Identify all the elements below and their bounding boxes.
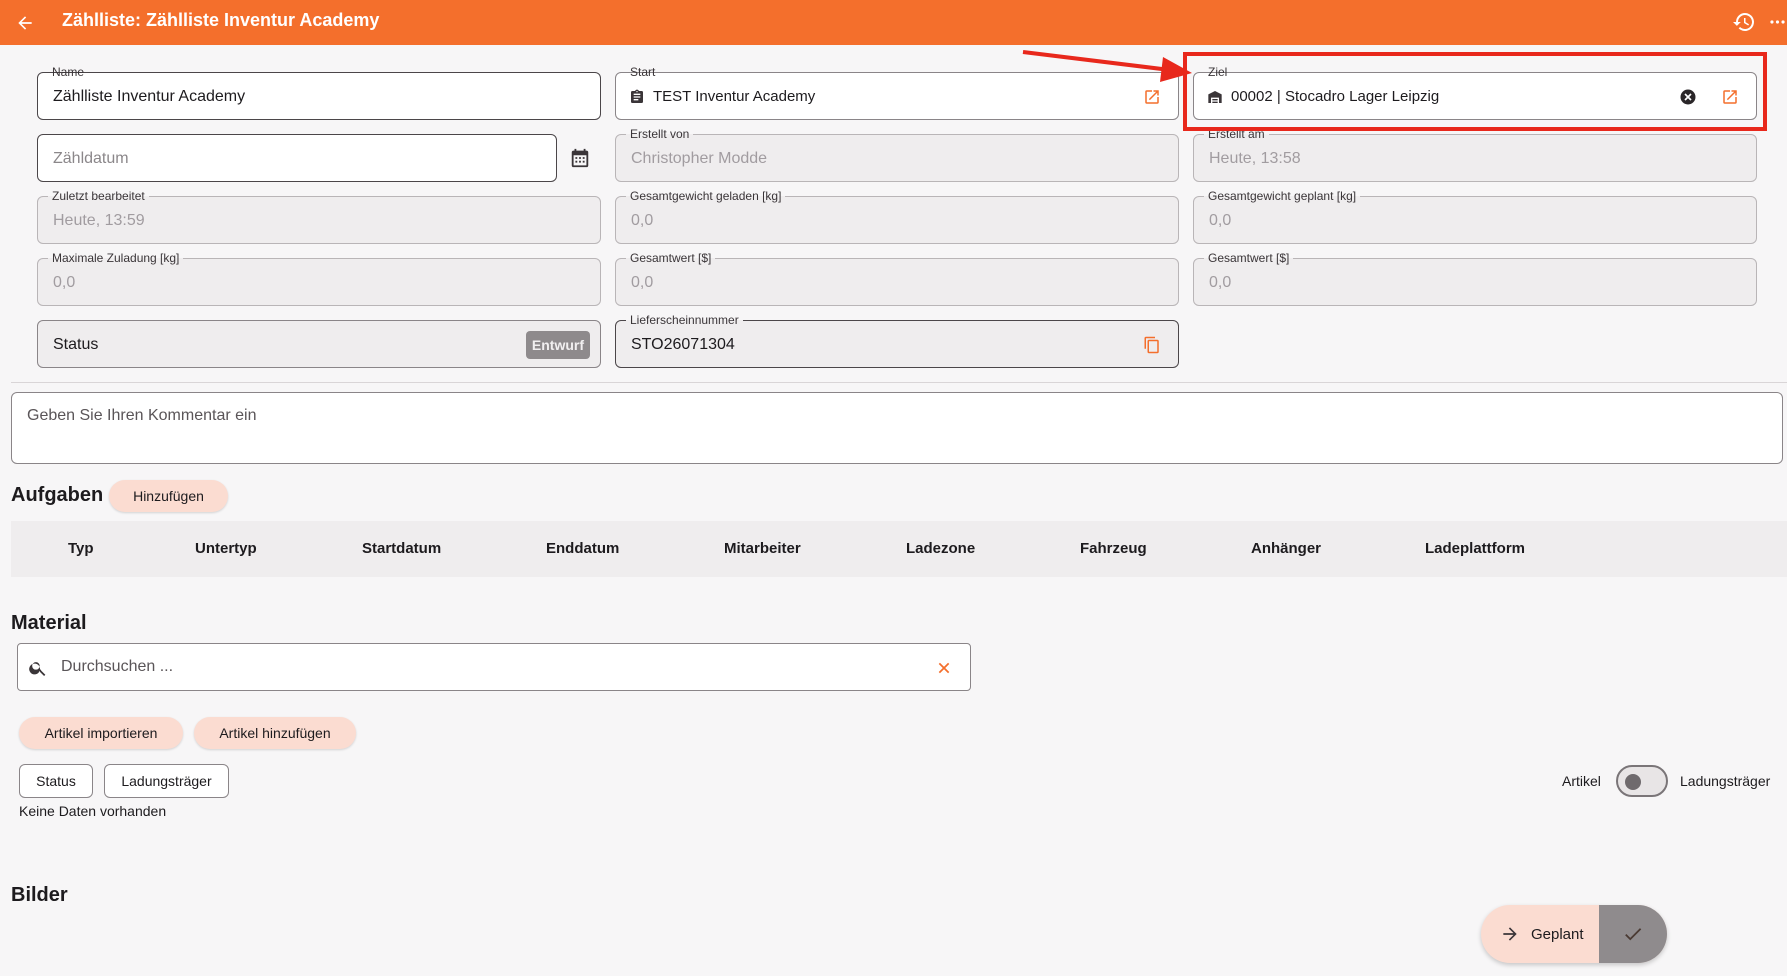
bilder-heading: Bilder	[11, 884, 68, 906]
gesamtwert-value-2: 0,0	[1209, 274, 1232, 291]
ziel-value: 00002 | Stocadro Lager Leipzig	[1231, 88, 1440, 105]
aufgaben-add-button[interactable]: Hinzufügen	[109, 480, 228, 512]
gesamtwert-field: Gesamtwert [$] 0,0	[615, 251, 1179, 306]
ziel-label: Ziel	[1204, 65, 1232, 79]
empty-state-text: Keine Daten vorhanden	[19, 803, 167, 819]
toggle-left-label: Artikel	[1562, 773, 1601, 789]
column-header[interactable]: Ladezone	[906, 540, 975, 557]
divider	[11, 382, 1787, 383]
start-value: TEST Inventur Academy	[653, 88, 816, 105]
app-bar: Zählliste: Zählliste Inventur Academy	[0, 0, 1787, 45]
erstellt-am-field: Erstellt am Heute, 13:58	[1193, 127, 1757, 182]
gesamtwert-label: Gesamtwert [$]	[626, 251, 716, 265]
status-filter-chip[interactable]: Status	[19, 764, 93, 798]
material-heading: Material	[11, 612, 87, 634]
start-label: Start	[626, 65, 660, 79]
gesamtgewicht-geplant-label: Gesamtgewicht geplant [kg]	[1204, 189, 1361, 203]
comment-placeholder: Geben Sie Ihren Kommentar ein	[27, 407, 257, 424]
geplant-button[interactable]: Geplant	[1481, 905, 1599, 963]
check-icon	[1622, 923, 1644, 945]
aufgaben-heading: Aufgaben	[11, 484, 104, 506]
gesamtgewicht-geladen-value: 0,0	[631, 212, 654, 229]
more-options-icon[interactable]	[1768, 7, 1787, 37]
comment-input[interactable]: Geben Sie Ihren Kommentar ein	[11, 392, 1783, 464]
geplant-label: Geplant	[1531, 925, 1584, 943]
zuletzt-bearbeitet-label: Zuletzt bearbeitet	[48, 189, 149, 203]
gesamtgewicht-geladen-label: Gesamtgewicht geladen [kg]	[626, 189, 786, 203]
gesamtgewicht-geplant-value: 0,0	[1209, 212, 1232, 229]
ziel-field[interactable]: Ziel 00002 | Stocadro Lager Leipzig	[1193, 65, 1757, 120]
column-header[interactable]: Startdatum	[362, 540, 441, 557]
erstellt-von-label: Erstellt von	[626, 127, 694, 141]
status-action-button: Geplant	[1481, 905, 1667, 963]
maximale-zuladung-field: Maximale Zuladung [kg] 0,0	[37, 251, 601, 306]
erstellt-am-label: Erstellt am	[1204, 127, 1269, 141]
lieferscheinnummer-label: Lieferscheinnummer	[626, 313, 743, 327]
back-arrow-icon[interactable]	[10, 8, 40, 38]
gesamtgewicht-geladen-field: Gesamtgewicht geladen [kg] 0,0	[615, 189, 1179, 244]
name-field[interactable]: Name Zählliste Inventur Academy	[37, 65, 601, 120]
open-external-icon[interactable]	[1718, 85, 1742, 109]
gesamtwert-field-2: Gesamtwert [$] 0,0	[1193, 251, 1757, 306]
ladungstraeger-filter-chip[interactable]: Ladungsträger	[104, 764, 229, 798]
lieferscheinnummer-value: STO26071304	[631, 336, 735, 353]
history-icon[interactable]	[1729, 7, 1759, 37]
arrow-right-icon	[1499, 923, 1521, 945]
column-header[interactable]: Mitarbeiter	[724, 540, 801, 557]
annotation-arrow	[1022, 50, 1192, 82]
gesamtgewicht-geplant-field: Gesamtgewicht geplant [kg] 0,0	[1193, 189, 1757, 244]
search-placeholder: Durchsuchen ...	[61, 658, 174, 675]
gesamtwert-label-2: Gesamtwert [$]	[1204, 251, 1294, 265]
column-header[interactable]: Anhänger	[1251, 540, 1321, 557]
copy-icon[interactable]	[1140, 333, 1164, 357]
maximale-zuladung-value: 0,0	[53, 274, 76, 291]
artikel-hinzufuegen-button[interactable]: Artikel hinzufügen	[194, 717, 356, 749]
material-search-input[interactable]: Durchsuchen ...	[17, 643, 971, 691]
confirm-button[interactable]	[1599, 905, 1667, 963]
erstellt-von-value: Christopher Modde	[631, 150, 768, 167]
search-icon	[26, 656, 50, 680]
column-header[interactable]: Fahrzeug	[1080, 540, 1147, 557]
zaehldatum-placeholder: Zähldatum	[53, 150, 129, 167]
zuletzt-bearbeitet-field: Zuletzt bearbeitet Heute, 13:59	[37, 189, 601, 244]
erstellt-am-value: Heute, 13:58	[1209, 150, 1301, 167]
clear-icon[interactable]	[1676, 85, 1700, 109]
status-field[interactable]: Status Entwurf	[37, 320, 601, 368]
clipboard-icon	[627, 87, 647, 107]
zuletzt-bearbeitet-value: Heute, 13:59	[53, 212, 145, 229]
gesamtwert-value: 0,0	[631, 274, 654, 291]
column-header[interactable]: Untertyp	[195, 540, 257, 557]
column-header[interactable]: Enddatum	[546, 540, 619, 557]
name-value: Zählliste Inventur Academy	[53, 88, 246, 105]
aufgaben-table-header: Typ Untertyp Startdatum Enddatum Mitarbe…	[11, 521, 1787, 577]
zaehldatum-field[interactable]: Zähldatum	[37, 134, 557, 182]
status-badge: Entwurf	[525, 331, 590, 359]
name-label: Name	[48, 65, 89, 79]
calendar-icon[interactable]	[568, 146, 592, 170]
artikel-ladungstraeger-toggle[interactable]	[1616, 765, 1668, 797]
maximale-zuladung-label: Maximale Zuladung [kg]	[48, 251, 184, 265]
toggle-right-label: Ladungsträger	[1680, 773, 1771, 789]
toggle-knob	[1625, 774, 1641, 790]
close-icon[interactable]	[932, 656, 956, 680]
lieferscheinnummer-field[interactable]: Lieferscheinnummer STO26071304	[615, 313, 1179, 368]
column-header[interactable]: Typ	[68, 540, 94, 557]
artikel-importieren-button[interactable]: Artikel importieren	[19, 717, 183, 749]
warehouse-icon	[1205, 87, 1225, 107]
status-label: Status	[53, 336, 99, 353]
page-title: Zählliste: Zählliste Inventur Academy	[62, 10, 380, 30]
column-header[interactable]: Ladeplattform	[1425, 540, 1525, 557]
erstellt-von-field: Erstellt von Christopher Modde	[615, 127, 1179, 182]
